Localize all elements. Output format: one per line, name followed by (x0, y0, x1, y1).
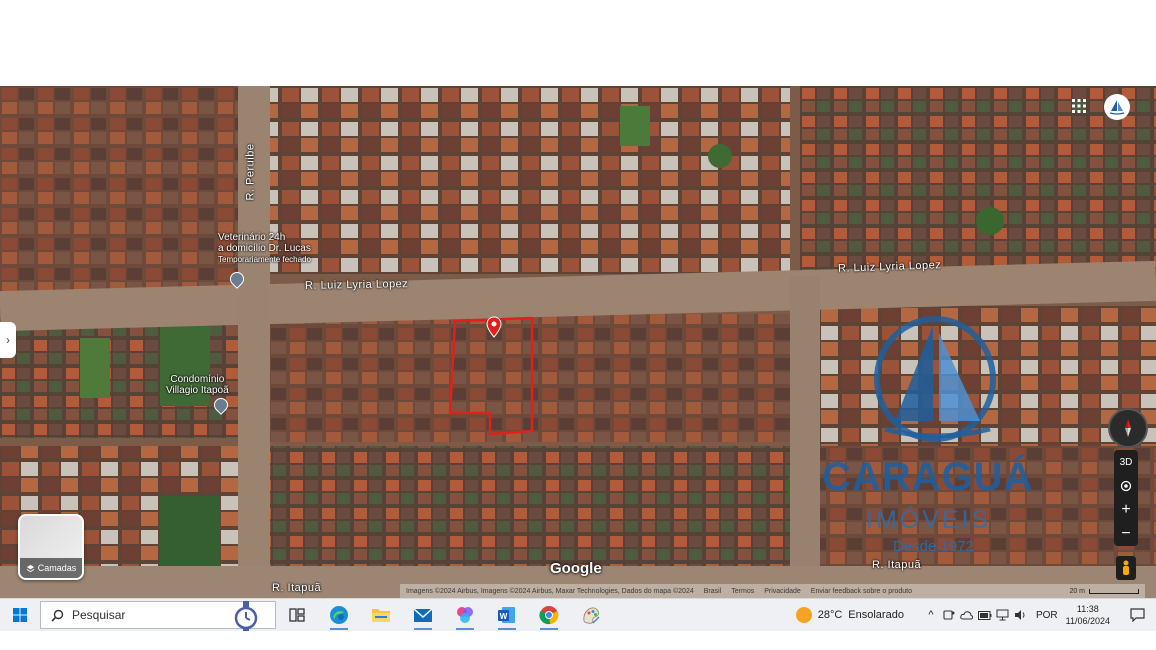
privacy-link[interactable]: Privacidade (764, 588, 801, 595)
poi-vet-name: Veterinário 24h (218, 232, 286, 243)
taskbar: Pesquisar W 28°C Ensolarado ^ POR 11:38 … (0, 598, 1156, 631)
my-location-icon (1120, 480, 1132, 492)
paint-icon (583, 607, 600, 624)
scale-bar[interactable]: 20 m (1069, 588, 1145, 595)
search-placeholder: Pesquisar (72, 608, 126, 622)
photos-button[interactable] (444, 599, 486, 631)
street-label-vertical: R. Peruibe (244, 143, 257, 201)
edge-icon (330, 606, 348, 624)
sun-icon (795, 607, 812, 623)
layers-button[interactable]: Camadas (18, 514, 84, 580)
feedback-link[interactable]: Enviar feedback sobre o produto (811, 588, 912, 595)
pegman-icon (1123, 560, 1129, 575)
volume-icon[interactable] (1013, 607, 1029, 623)
mail-icon (413, 608, 433, 622)
word-icon: W (498, 607, 515, 623)
layers-label: Camadas (37, 563, 77, 573)
system-tray: 28°C Ensolarado ^ POR 11:38 11/06/2024 (795, 599, 1156, 631)
weather-widget[interactable]: 28°C Ensolarado (795, 607, 904, 623)
taskbar-search-box[interactable]: Pesquisar (40, 601, 276, 631)
task-view-button[interactable] (276, 599, 318, 631)
layers-icon (26, 564, 35, 572)
task-view-icon (289, 608, 305, 622)
apps-grid-icon[interactable] (1071, 98, 1087, 114)
battery-icon[interactable] (977, 607, 993, 623)
layers-label-bar: Camadas (20, 558, 82, 578)
location-pin-icon[interactable] (486, 316, 502, 338)
chevron-up-icon: ^ (928, 609, 934, 621)
poi-condo-name-2: Villagio Itapoã (166, 385, 229, 396)
taskbar-clock[interactable]: 11:38 11/06/2024 (1066, 603, 1110, 627)
notification-button[interactable] (1124, 608, 1150, 622)
svg-text:W: W (500, 612, 508, 621)
start-button[interactable] (0, 599, 40, 631)
word-button[interactable]: W (486, 599, 528, 631)
chrome-button[interactable] (528, 599, 570, 631)
imagery-credit: Imagens ©2024 Airbus, Imagens ©2024 Airb… (406, 587, 694, 595)
weather-temp: 28°C (817, 609, 843, 621)
side-panel-toggle[interactable]: › (0, 322, 16, 358)
watermark-subtitle: IMÓVEIS (866, 506, 992, 534)
chrome-icon (539, 606, 559, 625)
photos-icon (457, 607, 473, 623)
mail-button[interactable] (402, 599, 444, 631)
search-icon (51, 609, 64, 622)
map-controls: 3D + − (1114, 450, 1138, 546)
teams-chat-icon[interactable] (941, 607, 957, 623)
poi-vet-status: Temporariamente fechado (218, 255, 311, 264)
google-logo: Google (550, 560, 602, 577)
poi-vet-name-2: a domicílio Dr. Lucas (218, 243, 311, 254)
scale-label: 20 m (1069, 587, 1085, 595)
show-hidden-icons-button[interactable]: ^ (923, 607, 939, 623)
scale-line (1089, 588, 1139, 594)
file-explorer-button[interactable] (360, 599, 402, 631)
language-indicator[interactable]: POR (1036, 610, 1058, 621)
poi-vet-label[interactable]: Veterinário 24h a domicílio Dr. Lucas Te… (218, 232, 311, 265)
country-link[interactable]: Brasil (704, 588, 722, 595)
poi-condo-label[interactable]: Condomínio Villagio Itapoã (166, 374, 229, 396)
zoom-in-button[interactable]: + (1114, 498, 1138, 522)
clock-date: 11/06/2024 (1065, 616, 1110, 626)
compass-icon (1125, 419, 1131, 437)
network-icon[interactable] (995, 607, 1011, 623)
watermark-brand: CARAGUÁ (822, 455, 1034, 499)
paint-button[interactable] (570, 599, 612, 631)
street-label-main-left: R. Luiz Lyria Lopez (304, 278, 409, 292)
watermark-since: Desde 1972 (893, 538, 974, 555)
my-location-button[interactable] (1114, 474, 1138, 498)
edge-button[interactable] (318, 599, 360, 631)
notification-icon (1129, 608, 1145, 622)
satellite-map[interactable]: R. Luiz Lyria Lopez R. Luiz Lyria Lopez … (0, 86, 1156, 598)
compass-button[interactable] (1108, 408, 1148, 448)
poi-condo-name: Condomínio (170, 374, 225, 385)
street-view-pegman-icon[interactable] (1116, 556, 1136, 580)
sailboat-logo-icon (1109, 100, 1125, 115)
account-avatar[interactable] (1104, 94, 1130, 120)
file-explorer-icon (372, 609, 390, 622)
terms-link[interactable]: Termos (731, 588, 754, 595)
toggle-3d-button[interactable]: 3D (1114, 450, 1138, 474)
weather-desc: Ensolarado (848, 609, 904, 621)
zoom-out-button[interactable]: − (1114, 522, 1138, 546)
clock-time: 11:38 (1076, 604, 1099, 614)
street-label-bottom-left: R. Itapuã (272, 582, 322, 594)
search-highlight-icon (234, 601, 258, 631)
onedrive-icon[interactable] (959, 607, 975, 623)
map-attribution: Imagens ©2024 Airbus, Imagens ©2024 Airb… (400, 584, 1145, 598)
chevron-right-icon: › (6, 333, 10, 347)
windows-logo-icon (13, 608, 27, 622)
